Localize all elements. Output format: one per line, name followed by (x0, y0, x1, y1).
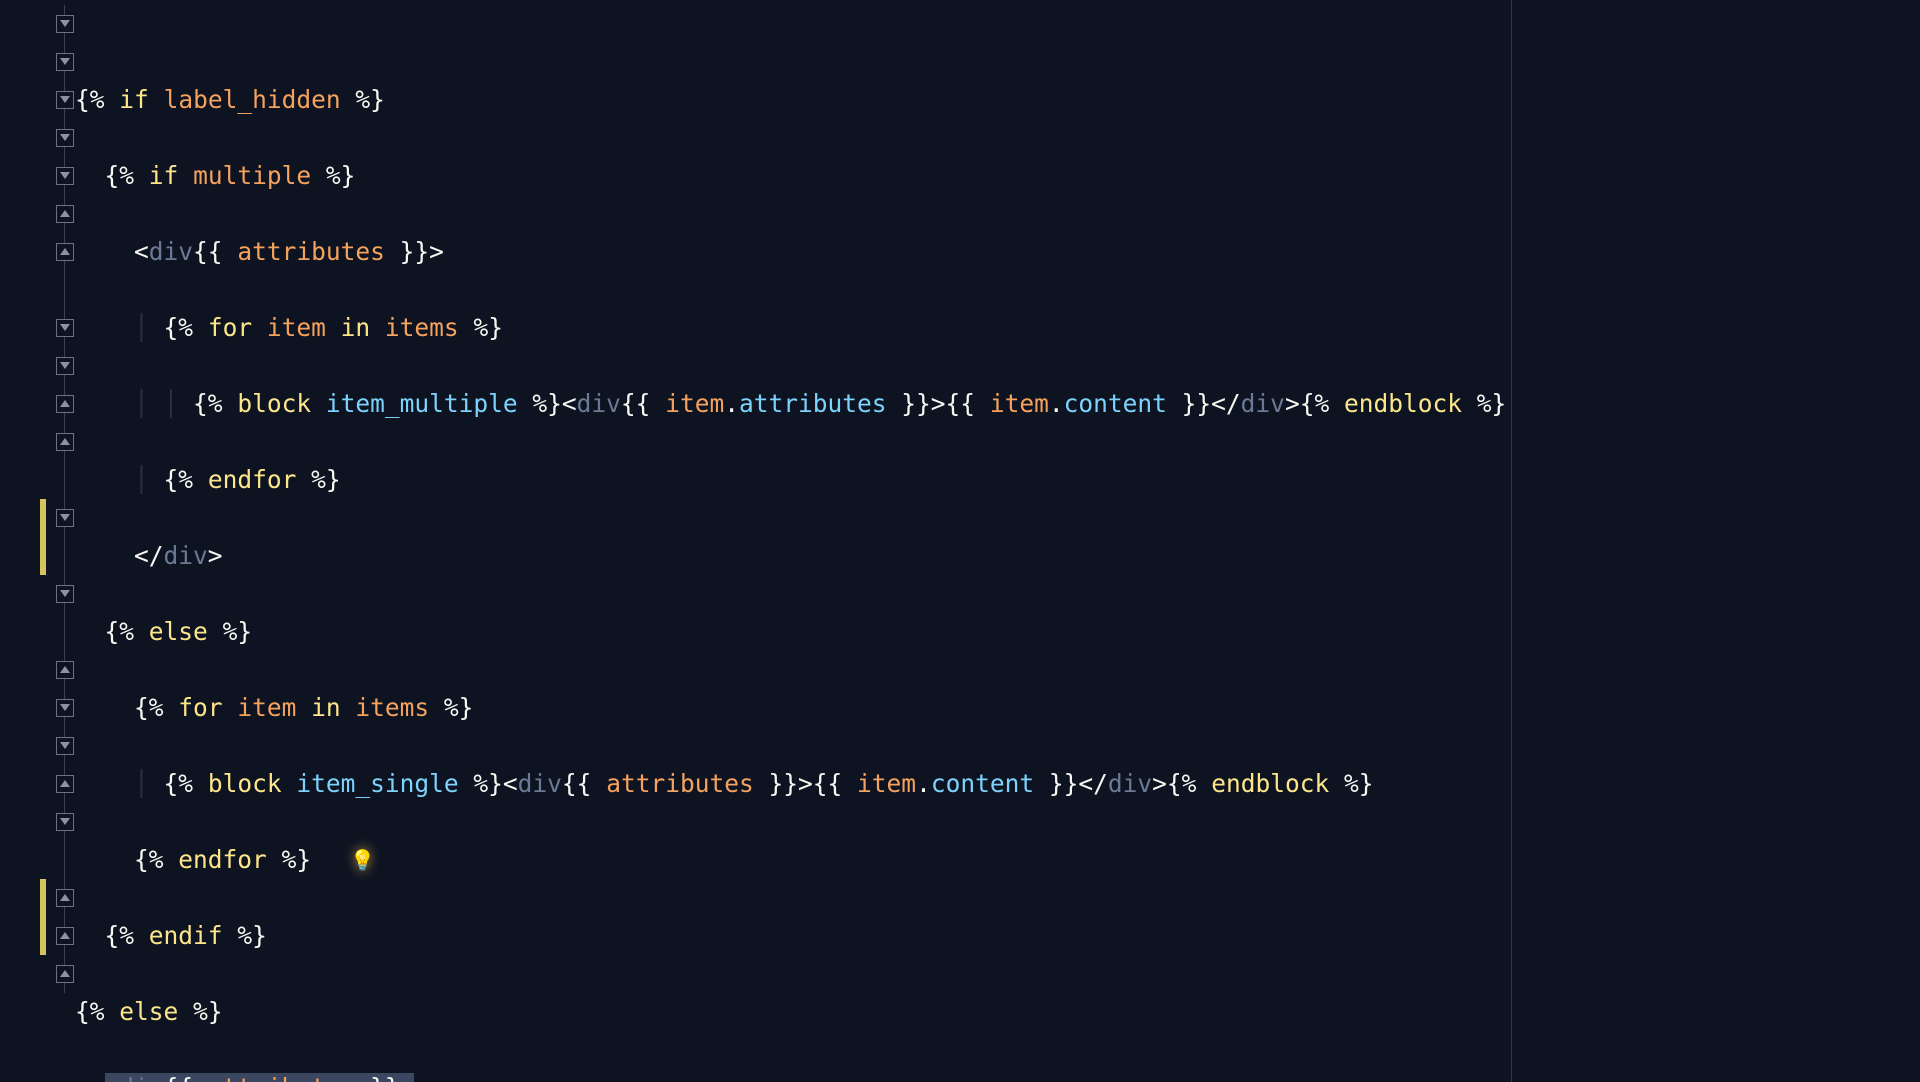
code-line[interactable]: <div{{ attributes }}> (75, 233, 1920, 271)
code-line[interactable]: {% if label_hidden %} (75, 81, 1920, 119)
fold-close-icon[interactable] (56, 889, 74, 907)
code-line[interactable]: </div> (75, 537, 1920, 575)
fold-close-icon[interactable] (56, 775, 74, 793)
variable: label_hidden (164, 85, 341, 114)
code-line[interactable]: {% else %} (75, 993, 1920, 1031)
code-line[interactable]: │ │ {% block item_multiple %}<div{{ item… (75, 385, 1920, 423)
fold-open-icon[interactable] (56, 737, 74, 755)
code-line[interactable]: {% else %} (75, 613, 1920, 651)
fold-open-icon[interactable] (56, 357, 74, 375)
twig-delim: %} (355, 85, 385, 114)
modification-marker (40, 499, 46, 575)
code-line[interactable]: <div{{ attributes }}> (75, 1069, 1920, 1082)
keyword-if: if (119, 85, 149, 114)
modification-marker (40, 879, 46, 955)
fold-open-icon[interactable] (56, 585, 74, 603)
code-line[interactable]: │ {% endfor %} (75, 461, 1920, 499)
fold-open-icon[interactable] (56, 813, 74, 831)
code-line[interactable]: │ {% for item in items %} (75, 309, 1920, 347)
code-line[interactable]: {% if multiple %} (75, 157, 1920, 195)
fold-open-icon[interactable] (56, 53, 74, 71)
fold-close-icon[interactable] (56, 395, 74, 413)
code-area[interactable]: {% if label_hidden %} {% if multiple %} … (75, 5, 1920, 1082)
twig-delim: {% (75, 85, 105, 114)
fold-open-icon[interactable] (56, 509, 74, 527)
fold-open-icon[interactable] (56, 167, 74, 185)
fold-close-icon[interactable] (56, 433, 74, 451)
fold-open-icon[interactable] (56, 15, 74, 33)
code-line[interactable]: {% for item in items %} (75, 689, 1920, 727)
fold-close-icon[interactable] (56, 661, 74, 679)
fold-open-icon[interactable] (56, 91, 74, 109)
fold-close-icon[interactable] (56, 927, 74, 945)
code-line[interactable]: │ {% block item_single %}<div{{ attribut… (75, 765, 1920, 803)
fold-close-icon[interactable] (56, 243, 74, 261)
fold-open-icon[interactable] (56, 699, 74, 717)
code-line[interactable]: {% endif %} (75, 917, 1920, 955)
fold-open-icon[interactable] (56, 129, 74, 147)
fold-open-icon[interactable] (56, 319, 74, 337)
fold-close-icon[interactable] (56, 965, 74, 983)
block-name: item_multiple (326, 389, 518, 418)
lightbulb-icon[interactable]: 💡 (350, 841, 375, 879)
fold-close-icon[interactable] (56, 205, 74, 223)
